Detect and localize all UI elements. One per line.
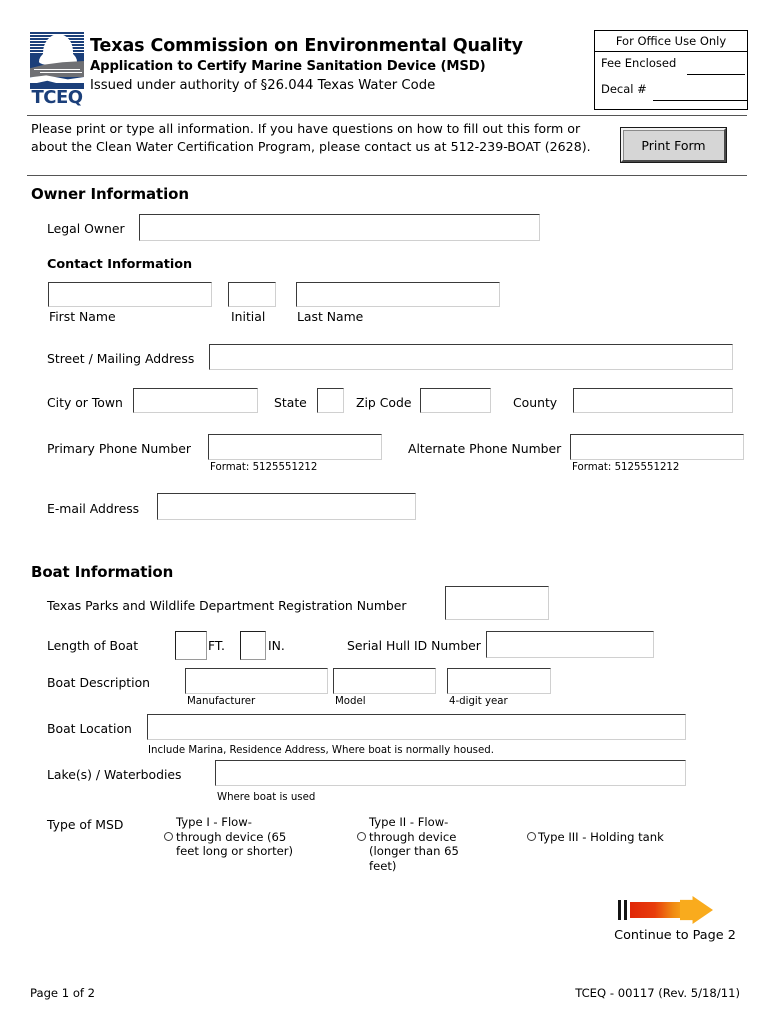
- initial-label: Initial: [231, 309, 266, 324]
- legal-owner-label: Legal Owner: [47, 221, 125, 236]
- primary-phone-label: Primary Phone Number: [47, 441, 191, 456]
- primary-phone-hint: Format: 5125551212: [210, 462, 318, 473]
- city-label: City or Town: [47, 395, 123, 410]
- arrow-head: [680, 896, 713, 924]
- footer-page-number: Page 1 of 2: [30, 986, 96, 1000]
- msd-type-1-label[interactable]: Type I - Flow-through device (65 feet lo…: [176, 815, 296, 859]
- model-hint: Model: [335, 696, 366, 707]
- county-label: County: [513, 395, 558, 410]
- model-input[interactable]: [333, 668, 436, 694]
- zip-code-input[interactable]: [420, 388, 491, 413]
- owner-information-heading: Owner Information: [31, 185, 189, 203]
- decal-number-writeline[interactable]: [653, 100, 747, 101]
- footer-form-id: TCEQ - 00117 (Rev. 5/18/11): [575, 986, 740, 1000]
- length-inches-input[interactable]: [240, 631, 266, 660]
- form-authority: Issued under authority of §26.044 Texas …: [90, 78, 436, 93]
- tpwd-registration-label: Texas Parks and Wildlife Department Regi…: [47, 598, 407, 613]
- last-name-input[interactable]: [296, 282, 500, 307]
- boat-location-hint: Include Marina, Residence Address, Where…: [148, 745, 494, 756]
- instructions-divider: [27, 175, 747, 176]
- boat-information-heading: Boat Information: [31, 563, 174, 581]
- legal-owner-input[interactable]: [139, 214, 540, 241]
- alternate-phone-input[interactable]: [570, 434, 744, 460]
- boat-location-input[interactable]: [147, 714, 686, 740]
- fee-enclosed-label: Fee Enclosed: [601, 56, 677, 70]
- year-hint: 4-digit year: [449, 696, 508, 707]
- street-address-input[interactable]: [209, 344, 733, 370]
- logo-wordmark: TCEQ: [31, 87, 83, 108]
- street-address-label: Street / Mailing Address: [47, 351, 195, 366]
- for-office-use-box: For Office Use Only Fee Enclosed Decal #: [594, 30, 748, 110]
- first-name-input[interactable]: [48, 282, 212, 307]
- email-label: E-mail Address: [47, 501, 140, 516]
- office-box-title: For Office Use Only: [615, 34, 727, 48]
- page-header: TCEQ Texas Commission on Environmental Q…: [0, 0, 770, 112]
- msd-type-2-radio[interactable]: [357, 832, 366, 841]
- lakes-waterbodies-label: Lake(s) / Waterbodies: [47, 767, 182, 782]
- lakes-waterbodies-hint: Where boat is used: [217, 792, 316, 803]
- arrow-icon: [618, 896, 713, 924]
- initial-input[interactable]: [228, 282, 276, 307]
- office-box-fee-row: Fee Enclosed: [595, 52, 747, 78]
- manufacturer-input[interactable]: [185, 668, 328, 694]
- tceq-logo-mark: [30, 31, 84, 89]
- msd-type-3-label[interactable]: Type III - Holding tank: [538, 830, 673, 845]
- arrow-body: [630, 902, 685, 918]
- county-input[interactable]: [573, 388, 733, 413]
- alternate-phone-hint: Format: 5125551212: [572, 462, 680, 473]
- continue-label: Continue to Page 2: [614, 928, 736, 943]
- decal-number-label: Decal #: [601, 82, 647, 96]
- city-input[interactable]: [133, 388, 258, 413]
- length-inches-unit: IN.: [268, 638, 285, 653]
- tceq-logo: TCEQ: [30, 31, 84, 107]
- fee-enclosed-writeline[interactable]: [687, 74, 745, 75]
- arrow-bar-2: [624, 900, 627, 920]
- state-label: State: [274, 395, 307, 410]
- tpwd-registration-input[interactable]: [445, 586, 549, 620]
- print-form-button[interactable]: Print Form: [620, 127, 727, 163]
- msd-type-1-radio[interactable]: [164, 832, 173, 841]
- length-feet-unit: FT.: [208, 638, 225, 653]
- state-input[interactable]: [317, 388, 344, 413]
- form-title: Application to Certify Marine Sanitation…: [90, 59, 486, 74]
- lakes-waterbodies-input[interactable]: [215, 760, 686, 786]
- email-input[interactable]: [157, 493, 416, 520]
- contact-information-heading: Contact Information: [47, 257, 193, 272]
- primary-phone-input[interactable]: [208, 434, 382, 460]
- agency-title: Texas Commission on Environmental Qualit…: [90, 36, 523, 56]
- manufacturer-hint: Manufacturer: [187, 696, 256, 707]
- alternate-phone-label: Alternate Phone Number: [408, 441, 562, 456]
- arrow-bar-1: [618, 900, 621, 920]
- zip-code-label: Zip Code: [356, 395, 412, 410]
- first-name-label: First Name: [49, 309, 116, 324]
- msd-type-3-radio[interactable]: [527, 832, 536, 841]
- instructions-text: Please print or type all information. If…: [31, 121, 591, 154]
- office-box-decal-row: Decal #: [595, 78, 747, 104]
- year-input[interactable]: [447, 668, 551, 694]
- title-block: Texas Commission on Environmental Qualit…: [90, 36, 580, 94]
- logo-hill-line-1: [34, 69, 80, 70]
- continue-to-page-2[interactable]: Continue to Page 2: [600, 896, 750, 943]
- boat-location-label: Boat Location: [47, 721, 132, 736]
- msd-type-2-label[interactable]: Type II - Flow-through device (longer th…: [369, 815, 489, 873]
- length-feet-input[interactable]: [175, 631, 207, 660]
- logo-hill-line-2: [40, 72, 82, 73]
- form-page: TCEQ Texas Commission on Environmental Q…: [0, 0, 770, 1024]
- type-of-msd-label: Type of MSD: [47, 817, 124, 832]
- serial-hull-id-label: Serial Hull ID Number: [347, 638, 481, 653]
- header-divider: [27, 115, 747, 116]
- boat-description-label: Boat Description: [47, 675, 151, 690]
- length-of-boat-label: Length of Boat: [47, 638, 139, 653]
- serial-hull-id-input[interactable]: [486, 631, 654, 658]
- last-name-label: Last Name: [297, 309, 364, 324]
